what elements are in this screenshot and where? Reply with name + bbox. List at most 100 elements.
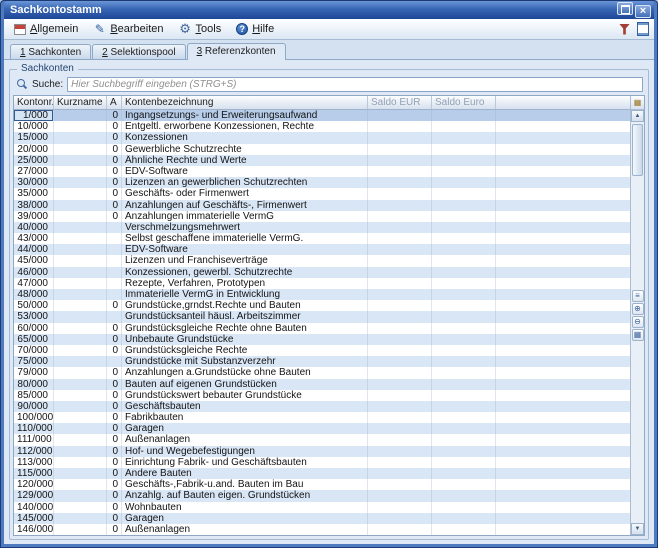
window-button[interactable] [617,2,633,15]
table-row[interactable]: 47/000 Rezepte, Verfahren, Prototypen [14,277,630,289]
titlebar[interactable]: Sachkontostamm [4,1,654,19]
table-row[interactable]: 112/000 0 Hof- und Wegebefestigungen [14,445,630,457]
menu-icon[interactable] [631,290,644,303]
table-row[interactable]: 35/000 0 Geschäfts- oder Firmenwert [14,188,630,200]
table-row[interactable]: 110/000 0 Garagen [14,423,630,435]
column-header-saldo-eur[interactable]: Saldo EUR [368,96,432,109]
table-row[interactable]: 65/000 0 Unbebaute Grundstücke [14,333,630,345]
table-row[interactable]: 50/000 0 Grundstücke,grndst.Rechte und B… [14,300,630,312]
cell-kurzname [54,210,107,222]
cell-kontonr: 90/000 [14,400,54,413]
cell-filler [496,166,630,177]
cell-filler [496,457,630,468]
column-header-saldo-euro[interactable]: Saldo Euro [432,96,496,109]
cell-saldo-eur [368,389,432,401]
cell-kurzname [54,300,107,312]
table-row[interactable]: 45/000 Lizenzen und Franchiseverträge [14,255,630,267]
table-row[interactable]: 115/000 0 Andere Bauten [14,468,630,480]
column-header-kontonr[interactable]: Kontonr. ▲ [14,96,54,109]
cell-filler [496,490,630,501]
columns-icon[interactable] [631,329,644,342]
tab-sachkonten[interactable]: 1 Sachkonten [10,44,92,60]
table-row[interactable]: 129/000 0 Anzahlg. auf Bauten eigen. Gru… [14,490,630,502]
table-row[interactable]: 1/000 0 Ingangsetzungs- und Erweiterungs… [14,110,630,122]
column-header-a[interactable]: A [107,96,122,109]
table-row[interactable]: 15/000 0 Konzessionen [14,132,630,144]
cell-kontonr: 35/000 [14,188,54,200]
cell-automatik: 0 [107,400,122,413]
cell-saldo-eur [368,501,432,513]
table-row[interactable]: 80/000 0 Bauten auf eigenen Grundstücken [14,378,630,390]
funnel-icon[interactable] [616,21,633,38]
scrollbar-down-button[interactable]: ▼ [631,523,644,535]
cell-kontenbezeichnung: Geschäftsbauten [122,400,368,413]
table-row[interactable]: 48/000 Immaterielle VermG in Entwicklung [14,289,630,301]
search-input[interactable] [67,77,643,92]
cell-automatik: 0 [107,412,122,424]
table-row[interactable]: 40/000 Verschmelzungsmehrwert [14,221,630,234]
cell-kontonr: 65/000 [14,333,54,345]
table-row[interactable]: 140/000 0 Wohnbauten [14,501,630,513]
cell-filler [496,300,630,311]
cell-filler [496,468,630,479]
scrollbar-up-button[interactable]: ▲ [631,110,644,122]
column-chooser-icon[interactable]: ▦ [631,96,644,110]
cell-automatik: 0 [107,143,122,155]
cell-saldo-eur [368,165,432,178]
table-row[interactable]: 85/000 0 Grundstückswert bebauter Grunds… [14,389,630,401]
tab-selektionspool[interactable]: 2 Selektionspool [92,44,186,60]
table-row[interactable]: 79/000 0 Anzahlungen a.Grundstücke ohne … [14,367,630,379]
table-row[interactable]: 27/000 0 EDV-Software [14,165,630,178]
cell-saldo-eur [368,177,432,189]
cell-automatik: 0 [107,378,122,390]
toolbar-button-tools[interactable]: Tools [172,20,229,38]
table-row[interactable]: 38/000 0 Anzahlungen auf Geschäfts-, Fir… [14,199,630,211]
table-body[interactable]: 1/000 0 Ingangsetzungs- und Erweiterungs… [14,110,630,535]
toolbar-button-hilfe[interactable]: Hilfe [229,20,281,38]
table-row[interactable]: 145/000 0 Garagen [14,512,630,524]
scrollbar-thumb[interactable] [632,124,643,176]
table-row[interactable]: 113/000 0 Einrichtung Fabrik- und Geschä… [14,456,630,468]
table-row[interactable]: 60/000 0 Grundstücksgleiche Rechte ohne … [14,322,630,334]
zoom-out-icon[interactable] [631,316,644,329]
table-row[interactable]: 53/000 Grundstücksanteil häusl. Arbeitsz… [14,311,630,323]
cell-kurzname [54,344,107,357]
table-row[interactable]: 39/000 0 Anzahlungen immaterielle VermG [14,210,630,222]
cell-saldo-eur [368,311,432,323]
cell-saldo-eur [368,110,432,122]
cell-automatik: 0 [107,177,122,189]
cell-kontenbezeichnung: Außenanlagen [122,523,368,535]
cell-kontonr: 38/000 [14,199,54,211]
app-window: Sachkontostamm Allgemein Bearbeiten Tool… [0,0,658,548]
cell-saldo-eur [368,479,432,491]
zoom-in-icon[interactable] [631,303,644,316]
table-row[interactable]: 25/000 0 Ähnliche Rechte und Werte [14,154,630,166]
cell-saldo-euro [432,221,496,234]
close-button[interactable] [635,5,651,18]
table-row[interactable]: 43/000 Selbst geschaffene immaterielle V… [14,233,630,245]
table-row[interactable]: 10/000 0 Entgeltl. erworbene Konzessione… [14,121,630,133]
table-row[interactable]: 75/000 Grundstücke mit Substanzverzehr [14,356,630,368]
table-row[interactable]: 100/000 0 Fabrikbauten [14,412,630,424]
tab-referenzkonten[interactable]: 3 Referenzkonten [186,43,286,60]
document-icon[interactable] [634,21,651,38]
cell-kontenbezeichnung: EDV-Software [122,244,368,256]
toolbar-button-bearbeiten[interactable]: Bearbeiten [86,20,170,38]
toolbar-button-allgemein[interactable]: Allgemein [7,20,85,38]
table-row[interactable]: 90/000 0 Geschäftsbauten [14,400,630,413]
cell-filler [496,401,630,412]
scrollbar-track[interactable] [631,122,644,523]
table-row[interactable]: 120/000 0 Geschäfts-,Fabrik-u.and. Baute… [14,479,630,491]
column-header-kurzname[interactable]: Kurzname [54,96,107,109]
cell-filler [496,278,630,289]
table-row[interactable]: 20/000 0 Gewerbliche Schutzrechte [14,143,630,155]
table-row[interactable]: 46/000 Konzessionen, gewerbl. Schutzrech… [14,266,630,278]
table-row[interactable]: 146/000 0 Außenanlagen [14,523,630,535]
table-row[interactable]: 70/000 0 Grundstücksgleiche Rechte [14,344,630,357]
cell-kurzname [54,165,107,178]
table-row[interactable]: 111/000 0 Außenanlagen [14,434,630,446]
table-row[interactable]: 44/000 EDV-Software [14,244,630,256]
table-row[interactable]: 30/000 0 Lizenzen an gewerblichen Schutz… [14,177,630,189]
cell-saldo-eur [368,367,432,379]
column-header-kontenbezeichnung[interactable]: Kontenbezeichnung [122,96,368,109]
